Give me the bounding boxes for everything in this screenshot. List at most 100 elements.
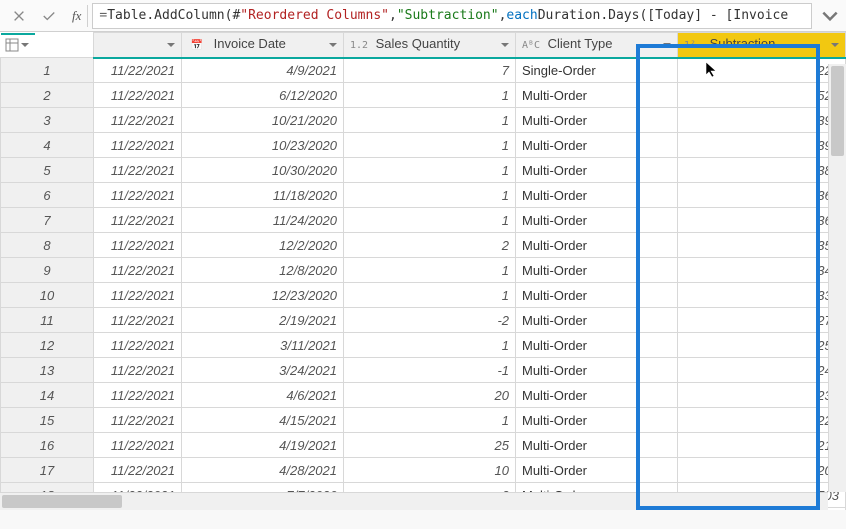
table-row[interactable]: 411/22/202110/23/20201Multi-Order395 (1, 133, 846, 158)
cell-today[interactable]: 11/22/2021 (94, 183, 182, 208)
cell-subtraction[interactable]: 355 (678, 233, 846, 258)
table-row[interactable]: 1411/22/20214/6/202120Multi-Order230 (1, 383, 846, 408)
cell-client-type[interactable]: Multi-Order (516, 383, 678, 408)
column-header-client-type[interactable]: AᴮC Client Type (516, 33, 678, 58)
table-menu-button[interactable] (1, 33, 35, 35)
cell-subtraction[interactable]: 256 (678, 333, 846, 358)
cell-subtraction[interactable]: 227 (678, 58, 846, 83)
cell-sales-quantity[interactable]: 25 (344, 433, 516, 458)
row-number[interactable]: 14 (1, 383, 94, 408)
cell-sales-quantity[interactable]: 1 (344, 83, 516, 108)
table-row[interactable]: 311/22/202110/21/20201Multi-Order397 (1, 108, 846, 133)
row-number[interactable]: 6 (1, 183, 94, 208)
cell-sales-quantity[interactable]: 1 (344, 183, 516, 208)
cell-invoice-date[interactable]: 11/24/2020 (182, 208, 344, 233)
cell-subtraction[interactable]: 388 (678, 158, 846, 183)
cell-client-type[interactable]: Multi-Order (516, 133, 678, 158)
cell-client-type[interactable]: Multi-Order (516, 433, 678, 458)
cell-invoice-date[interactable]: 4/19/2021 (182, 433, 344, 458)
row-number[interactable]: 5 (1, 158, 94, 183)
scrollbar-thumb[interactable] (2, 495, 122, 508)
cell-today[interactable]: 11/22/2021 (94, 333, 182, 358)
formula-input[interactable]: = Table.AddColumn(# "Reordered Columns" … (92, 3, 812, 29)
cell-client-type[interactable]: Multi-Order (516, 108, 678, 133)
table-row[interactable]: 611/22/202111/18/20201Multi-Order369 (1, 183, 846, 208)
cell-subtraction[interactable]: 349 (678, 258, 846, 283)
dropdown-arrow-icon[interactable] (19, 39, 31, 54)
cell-client-type[interactable]: Multi-Order (516, 333, 678, 358)
cell-invoice-date[interactable]: 3/11/2021 (182, 333, 344, 358)
cell-invoice-date[interactable]: 4/9/2021 (182, 58, 344, 83)
cell-today[interactable]: 11/22/2021 (94, 258, 182, 283)
table-row[interactable]: 1211/22/20213/11/20211Multi-Order256 (1, 333, 846, 358)
table-row[interactable]: 1511/22/20214/15/20211Multi-Order221 (1, 408, 846, 433)
cell-subtraction[interactable]: 221 (678, 408, 846, 433)
cell-sales-quantity[interactable]: 7 (344, 58, 516, 83)
cell-sales-quantity[interactable]: 1 (344, 283, 516, 308)
cell-today[interactable]: 11/22/2021 (94, 233, 182, 258)
cell-today[interactable]: 11/22/2021 (94, 83, 182, 108)
cell-today[interactable]: 11/22/2021 (94, 383, 182, 408)
filter-arrow-icon[interactable] (661, 39, 673, 54)
horizontal-scrollbar[interactable] (0, 492, 828, 510)
cell-invoice-date[interactable]: 10/30/2020 (182, 158, 344, 183)
row-number[interactable]: 11 (1, 308, 94, 333)
cell-invoice-date[interactable]: 12/8/2020 (182, 258, 344, 283)
cell-client-type[interactable]: Multi-Order (516, 308, 678, 333)
filter-arrow-icon[interactable] (327, 39, 339, 54)
cell-subtraction[interactable]: 334 (678, 283, 846, 308)
accept-formula-button[interactable] (36, 4, 62, 28)
cell-today[interactable]: 11/22/2021 (94, 58, 182, 83)
row-number[interactable]: 1 (1, 58, 94, 83)
table-row[interactable]: 111/22/20214/9/20217Single-Order227 (1, 58, 846, 83)
cell-subtraction[interactable]: 528 (678, 83, 846, 108)
cell-client-type[interactable]: Multi-Order (516, 358, 678, 383)
cell-invoice-date[interactable]: 12/23/2020 (182, 283, 344, 308)
cell-client-type[interactable]: Multi-Order (516, 458, 678, 483)
cell-invoice-date[interactable]: 3/24/2021 (182, 358, 344, 383)
cell-today[interactable]: 11/22/2021 (94, 358, 182, 383)
cancel-formula-button[interactable] (6, 4, 32, 28)
cell-sales-quantity[interactable]: 1 (344, 133, 516, 158)
cell-client-type[interactable]: Multi-Order (516, 258, 678, 283)
cell-client-type[interactable]: Multi-Order (516, 283, 678, 308)
cell-client-type[interactable]: Multi-Order (516, 183, 678, 208)
cell-sales-quantity[interactable]: 1 (344, 208, 516, 233)
cell-invoice-date[interactable]: 11/18/2020 (182, 183, 344, 208)
cell-today[interactable]: 11/22/2021 (94, 208, 182, 233)
filter-arrow-icon[interactable] (165, 39, 177, 54)
cell-subtraction[interactable]: 208 (678, 458, 846, 483)
row-number[interactable]: 15 (1, 408, 94, 433)
cell-client-type[interactable]: Multi-Order (516, 233, 678, 258)
cell-sales-quantity[interactable]: 10 (344, 458, 516, 483)
row-number[interactable]: 3 (1, 108, 94, 133)
row-number[interactable]: 13 (1, 358, 94, 383)
filter-arrow-icon[interactable] (499, 39, 511, 54)
cell-today[interactable]: 11/22/2021 (94, 433, 182, 458)
cell-sales-quantity[interactable]: 1 (344, 333, 516, 358)
cell-today[interactable]: 11/22/2021 (94, 158, 182, 183)
cell-today[interactable]: 11/22/2021 (94, 108, 182, 133)
cell-today[interactable]: 11/22/2021 (94, 283, 182, 308)
cell-invoice-date[interactable]: 12/2/2020 (182, 233, 344, 258)
cell-invoice-date[interactable]: 10/21/2020 (182, 108, 344, 133)
cell-client-type[interactable]: Multi-Order (516, 158, 678, 183)
formula-expand-button[interactable] (820, 6, 840, 26)
cell-today[interactable]: 11/22/2021 (94, 408, 182, 433)
table-row[interactable]: 511/22/202110/30/20201Multi-Order388 (1, 158, 846, 183)
cell-today[interactable]: 11/22/2021 (94, 133, 182, 158)
table-row[interactable]: 811/22/202112/2/20202Multi-Order355 (1, 233, 846, 258)
cell-sales-quantity[interactable]: 1 (344, 108, 516, 133)
table-row[interactable]: 1311/22/20213/24/2021-1Multi-Order243 (1, 358, 846, 383)
cell-today[interactable]: 11/22/2021 (94, 308, 182, 333)
row-number[interactable]: 2 (1, 83, 94, 108)
row-number[interactable]: 7 (1, 208, 94, 233)
cell-sales-quantity[interactable]: -1 (344, 358, 516, 383)
cell-client-type[interactable]: Multi-Order (516, 83, 678, 108)
cell-sales-quantity[interactable]: 1 (344, 258, 516, 283)
cell-invoice-date[interactable]: 2/19/2021 (182, 308, 344, 333)
cell-sales-quantity[interactable]: 20 (344, 383, 516, 408)
cell-client-type[interactable]: Multi-Order (516, 208, 678, 233)
filter-arrow-icon[interactable] (829, 39, 841, 54)
column-header-invoice-date[interactable]: 📅 Invoice Date (182, 33, 344, 58)
